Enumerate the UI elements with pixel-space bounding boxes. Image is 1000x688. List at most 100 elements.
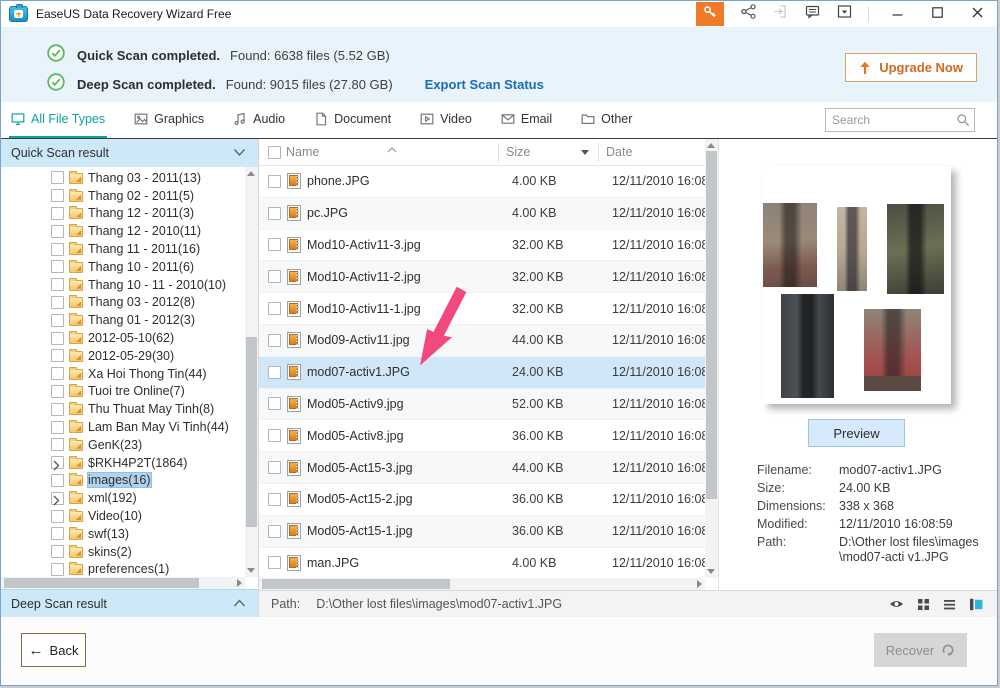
tree-checkbox[interactable]: [51, 260, 64, 273]
select-all-checkbox[interactable]: [268, 146, 281, 159]
file-checkbox[interactable]: [268, 207, 281, 220]
file-checkbox[interactable]: [268, 270, 281, 283]
file-checkbox[interactable]: [268, 556, 281, 569]
file-checkbox[interactable]: [268, 525, 281, 538]
tree-checkbox[interactable]: [51, 349, 64, 362]
tree-checkbox[interactable]: [51, 527, 64, 540]
file-row[interactable]: pc.JPG4.00 KB12/11/2010 16:08:5: [259, 198, 705, 230]
quick-scan-result-header[interactable]: Quick Scan result: [1, 139, 258, 167]
upgrade-now-button[interactable]: Upgrade Now: [845, 53, 977, 82]
maximize-button[interactable]: [917, 2, 957, 26]
tree-item[interactable]: Thang 02 - 2011(5): [1, 187, 244, 205]
tree-item[interactable]: skins(2): [1, 543, 244, 561]
tab-document[interactable]: Document: [312, 102, 393, 138]
file-row[interactable]: Mod05-Act15-1.jpg36.00 KB12/11/2010 16:0…: [259, 516, 705, 548]
column-size[interactable]: Size: [506, 145, 530, 159]
tree-checkbox[interactable]: [51, 438, 64, 451]
preview-button[interactable]: Preview: [808, 419, 905, 447]
file-checkbox[interactable]: [268, 334, 281, 347]
tree-checkbox[interactable]: [51, 367, 64, 380]
thumbnail-view-icon[interactable]: [917, 598, 930, 611]
tree-checkbox[interactable]: [51, 314, 64, 327]
tree-item[interactable]: Tuoi tre Online(7): [1, 383, 244, 401]
tree-checkbox[interactable]: [51, 474, 64, 487]
file-row[interactable]: Mod10-Activ11-2.jpg32.00 KB12/11/2010 16…: [259, 261, 705, 293]
column-name[interactable]: Name: [286, 145, 482, 159]
file-checkbox[interactable]: [268, 493, 281, 506]
tree-item[interactable]: Thang 11 - 2011(16): [1, 240, 244, 258]
search-input[interactable]: [825, 108, 975, 132]
file-checkbox[interactable]: [268, 238, 281, 251]
tree-item[interactable]: GenK(23): [1, 436, 244, 454]
size-filter-dropdown-icon[interactable]: [581, 150, 589, 155]
tree-item[interactable]: Thu Thuat May Tinh(8): [1, 400, 244, 418]
minimize-button[interactable]: [877, 2, 917, 26]
tree-item[interactable]: Thang 03 - 2012(8): [1, 294, 244, 312]
tree-item[interactable]: Thang 03 - 2011(13): [1, 169, 244, 187]
tab-audio[interactable]: Audio: [231, 102, 287, 138]
tree-checkbox[interactable]: [51, 545, 64, 558]
details-view-icon[interactable]: [969, 598, 983, 611]
tree-checkbox[interactable]: [51, 171, 64, 184]
file-row[interactable]: Mod05-Activ9.jpg52.00 KB12/11/2010 16:08…: [259, 389, 705, 421]
file-row[interactable]: Mod05-Act15-3.jpg44.00 KB12/11/2010 16:0…: [259, 452, 705, 484]
tab-graphics[interactable]: Graphics: [132, 102, 206, 138]
sign-in-button[interactable]: [764, 2, 796, 26]
activation-key-button[interactable]: [696, 2, 724, 26]
tree-checkbox[interactable]: [51, 510, 64, 523]
file-row[interactable]: Mod05-Activ8.jpg36.00 KB12/11/2010 16:08…: [259, 420, 705, 452]
tree-item[interactable]: Thang 01 - 2012(3): [1, 311, 244, 329]
feedback-button[interactable]: [796, 2, 828, 26]
tree-checkbox[interactable]: [51, 296, 64, 309]
list-vertical-scrollbar[interactable]: [705, 139, 718, 578]
file-checkbox[interactable]: [268, 429, 281, 442]
list-view-icon[interactable]: [943, 598, 956, 611]
tree-item[interactable]: Thang 12 - 2011(3): [1, 205, 244, 223]
file-checkbox[interactable]: [268, 366, 281, 379]
tab-video[interactable]: Video: [418, 102, 474, 138]
tree-item[interactable]: Xa Hoi Thong Tin(44): [1, 365, 244, 383]
file-row[interactable]: man.JPG4.00 KB12/11/2010 16:08:5: [259, 548, 705, 578]
list-horizontal-scrollbar[interactable]: [259, 578, 705, 590]
file-row[interactable]: Mod05-Act15-2.jpg36.00 KB12/11/2010 16:0…: [259, 484, 705, 516]
tree-item[interactable]: Lam Ban May Vi Tinh(44): [1, 418, 244, 436]
menu-dropdown-button[interactable]: [828, 2, 860, 26]
column-date[interactable]: Date: [606, 145, 632, 159]
file-row[interactable]: Mod10-Activ11-1.jpg32.00 KB12/11/2010 16…: [259, 293, 705, 325]
preview-toggle-eye-icon[interactable]: [889, 598, 904, 610]
tree-item[interactable]: 2012-05-29(30): [1, 347, 244, 365]
file-checkbox[interactable]: [268, 175, 281, 188]
tree-item[interactable]: xml(192): [1, 489, 244, 507]
tree-checkbox[interactable]: [51, 403, 64, 416]
export-scan-status-link[interactable]: Export Scan Status: [425, 77, 544, 92]
tree-checkbox[interactable]: [51, 421, 64, 434]
tree-checkbox[interactable]: [51, 563, 64, 576]
tree-vertical-scrollbar[interactable]: [245, 167, 258, 577]
file-row[interactable]: Mod09-Activ11.jpg44.00 KB12/11/2010 16:0…: [259, 325, 705, 357]
file-checkbox[interactable]: [268, 397, 281, 410]
tree-checkbox[interactable]: [51, 207, 64, 220]
tree-checkbox[interactable]: [51, 189, 64, 202]
tree-checkbox[interactable]: [51, 278, 64, 291]
tree-checkbox[interactable]: [51, 225, 64, 238]
deep-scan-result-header[interactable]: Deep Scan result: [1, 589, 258, 617]
tree-item[interactable]: Thang 10 - 2011(6): [1, 258, 244, 276]
tree-checkbox[interactable]: [51, 243, 64, 256]
file-checkbox[interactable]: [268, 461, 281, 474]
tab-email[interactable]: Email: [499, 102, 554, 138]
share-button[interactable]: [732, 2, 764, 26]
tree-item[interactable]: Video(10): [1, 507, 244, 525]
tab-other[interactable]: Other: [579, 102, 634, 138]
recover-button[interactable]: Recover: [874, 633, 967, 667]
tree-item[interactable]: swf(13): [1, 525, 244, 543]
tree-item[interactable]: 2012-05-10(62): [1, 329, 244, 347]
file-checkbox[interactable]: [268, 302, 281, 315]
tree-item[interactable]: Thang 12 - 2010(11): [1, 222, 244, 240]
tree-horizontal-scrollbar[interactable]: [1, 577, 245, 589]
back-button[interactable]: ← Back: [21, 633, 86, 667]
file-row[interactable]: phone.JPG4.00 KB12/11/2010 16:08:5: [259, 166, 705, 198]
file-row[interactable]: Mod10-Activ11-3.jpg32.00 KB12/11/2010 16…: [259, 230, 705, 262]
tree-item[interactable]: Thang 10 - 11 - 2010(10): [1, 276, 244, 294]
tab-all-file-types[interactable]: All File Types: [9, 102, 107, 138]
tree-checkbox[interactable]: [51, 385, 64, 398]
